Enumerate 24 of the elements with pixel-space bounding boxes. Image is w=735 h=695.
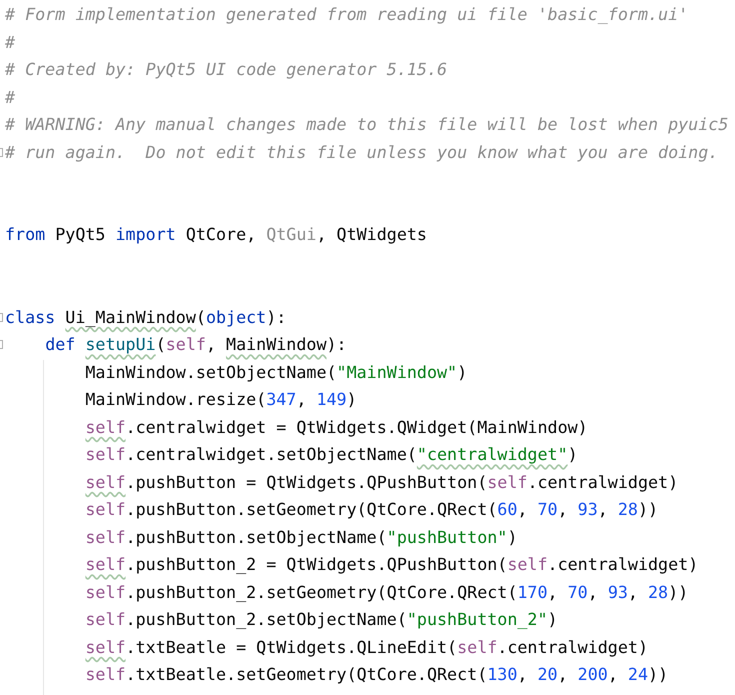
code-line: # Created by: PyQt5 UI code generator 5.15.6: [5, 58, 448, 81]
code-line: self.pushButton.setObjectName("pushButton"): [84, 526, 518, 548]
code-line: MainWindow.setObjectName("MainWindow"): [84, 360, 468, 384]
code-line: from PyQt5 import QtCore, QtGui, QtWidgets: [5, 223, 427, 246]
fold-icon[interactable]: [0, 312, 3, 322]
code-line: # run again. Do not edit this file unless you know what you are doing.: [5, 140, 718, 164]
code-line: self.pushButton_2.setObjectName("pushButton_2"): [84, 608, 558, 631]
code-line: self.centralwidget.setObjectName("centralwidget"): [84, 443, 578, 466]
code-line: self.pushButton.setGeometry(QtCore.QRect(60, 70, 93, 28)): [84, 498, 658, 521]
code-line: #: [5, 30, 16, 54]
code-line: self.centralwidget = QtWidgets.QWidget(MainWindow): [84, 416, 588, 439]
code-line: # WARNING: Any manual changes made to this file will be lost when pyuic5: [5, 113, 728, 136]
fold-icon[interactable]: [0, 340, 3, 349]
code-line: self.txtBeatle = QtWidgets.QLineEdit(self.centralwidget): [84, 636, 648, 659]
code-line: self.pushButton_2.setGeometry(QtCore.QRect(170, 70, 93, 28)): [84, 580, 688, 604]
code-line: class Ui_MainWindow(object):: [5, 306, 286, 329]
code-line: self.pushButton = QtWidgets.QPushButton(self.centralwidget): [84, 470, 678, 494]
code-line: self.txtBeatle.setGeometry(QtCore.QRect(130, 20, 200, 24)): [84, 663, 668, 686]
code-line: self.pushButton_2 = QtWidgets.QPushButton(self.centralwidget): [84, 553, 698, 576]
code-line: def setupUi(self, MainWindow):: [44, 333, 347, 356]
code-line: MainWindow.resize(347, 149): [84, 388, 357, 411]
code-line: #: [5, 86, 16, 108]
fold-icon[interactable]: [0, 148, 3, 156]
code-line: # Form implementation generated from reading ui file 'basic_form.ui': [5, 3, 688, 26]
